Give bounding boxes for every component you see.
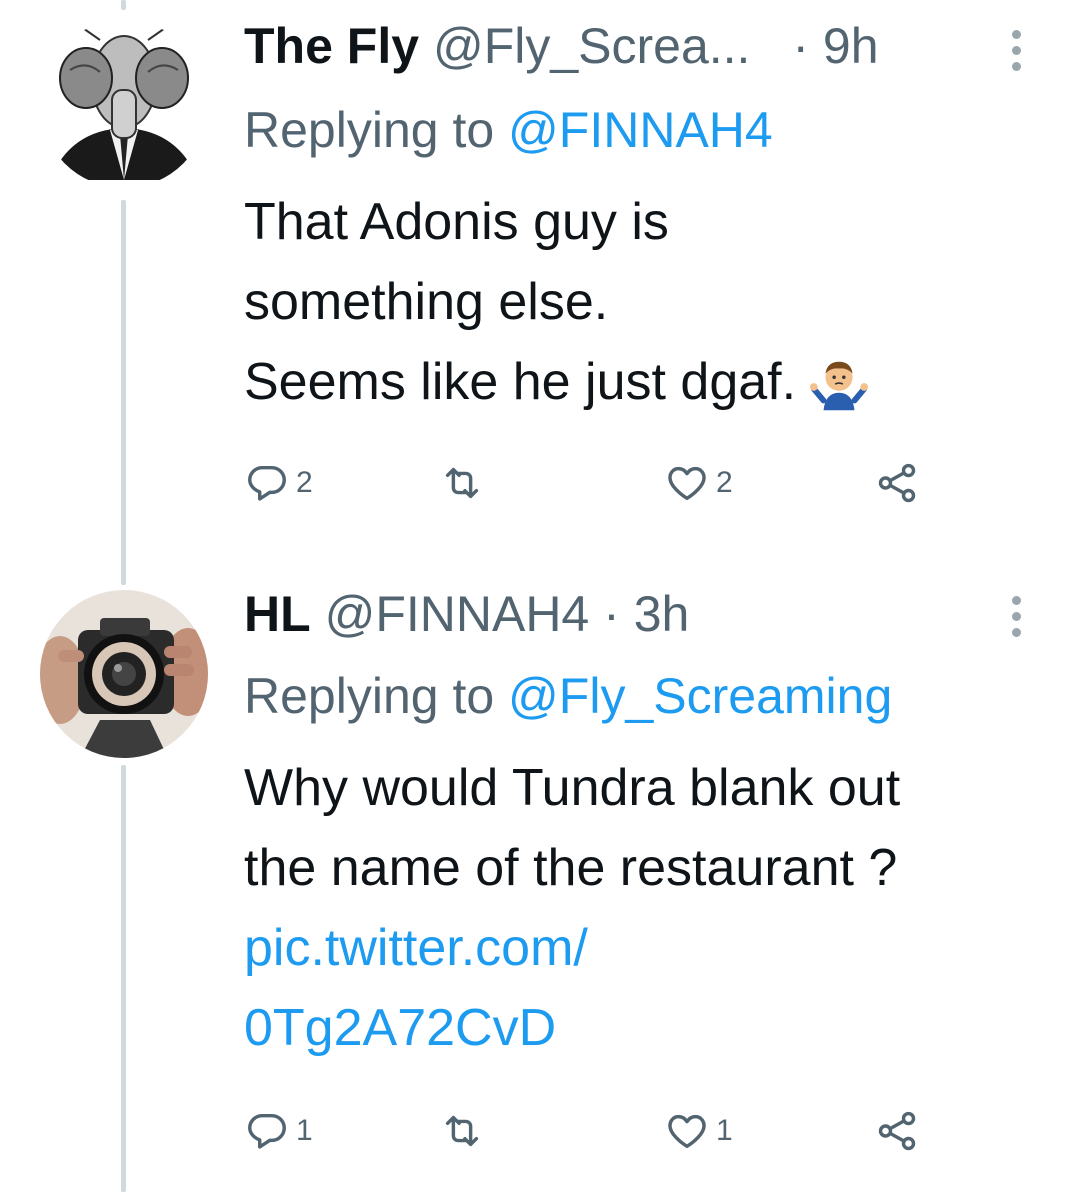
like-button[interactable]: 1 bbox=[664, 1108, 733, 1154]
replying-to: Replying to @Fly_Screaming bbox=[244, 666, 892, 726]
like-button[interactable]: 2 bbox=[664, 460, 733, 506]
more-options-icon[interactable] bbox=[1010, 596, 1022, 637]
tweet-actions: 1 1 bbox=[244, 1108, 944, 1158]
reply-count: 2 bbox=[296, 466, 313, 499]
thread-line-top bbox=[121, 0, 126, 10]
tweet-text-line: Why would Tundra blank out bbox=[244, 759, 901, 817]
person-shrugging-emoji bbox=[810, 362, 869, 411]
media-link[interactable]: pic.twitter.com/ bbox=[244, 908, 1044, 988]
heart-icon bbox=[668, 1114, 706, 1149]
heart-icon bbox=[668, 466, 706, 501]
reply-button[interactable]: 1 bbox=[244, 1108, 313, 1154]
replying-to: Replying to @FINNAH4 bbox=[244, 100, 773, 160]
thread-line-bottom bbox=[121, 765, 126, 1192]
more-options-icon[interactable] bbox=[1010, 30, 1022, 71]
like-count: 1 bbox=[716, 1114, 733, 1147]
retweet-icon bbox=[445, 467, 479, 499]
avatar-the-fly[interactable] bbox=[40, 20, 208, 188]
tweet-header: HL @FINNAH4 · 3h bbox=[244, 584, 689, 644]
tweet-text-line: That Adonis guy is bbox=[244, 193, 669, 251]
fly-avatar-image bbox=[40, 20, 208, 188]
media-link[interactable]: 0Tg2A72CvD bbox=[244, 988, 1044, 1068]
replying-to-label: Replying to bbox=[244, 102, 509, 158]
display-name[interactable]: The Fly bbox=[244, 18, 419, 74]
retweet-button[interactable] bbox=[439, 460, 485, 506]
user-handle[interactable]: @Fly_Screa... bbox=[433, 18, 751, 74]
tweet-text-line: the name of the restaurant ? bbox=[244, 839, 898, 897]
share-button[interactable] bbox=[874, 1108, 920, 1154]
share-button[interactable] bbox=[874, 460, 920, 506]
display-name[interactable]: HL bbox=[244, 586, 311, 642]
separator-dot: · bbox=[603, 586, 620, 642]
tweet-header: The Fly @Fly_Screa... · 9h bbox=[244, 16, 879, 76]
retweet-icon bbox=[445, 1115, 479, 1147]
tweet-text: Why would Tundra blank out the name of t… bbox=[244, 748, 1044, 1068]
reply-button[interactable]: 2 bbox=[244, 460, 313, 506]
share-icon bbox=[878, 463, 916, 503]
reply-icon bbox=[248, 465, 286, 501]
tweet-text: That Adonis guy is something else. Seems… bbox=[244, 182, 1044, 422]
tweet-text-line: Seems like he just dgaf. bbox=[244, 342, 1044, 422]
like-count: 2 bbox=[716, 466, 733, 499]
share-icon bbox=[878, 1111, 916, 1151]
timestamp[interactable]: 3h bbox=[634, 586, 690, 642]
tweet-actions: 2 2 bbox=[244, 460, 944, 510]
mention-link[interactable]: @FINNAH4 bbox=[508, 102, 773, 158]
retweet-button[interactable] bbox=[439, 1108, 485, 1154]
tweet-text-fragment: Seems like he just dgaf. bbox=[244, 353, 797, 411]
timestamp[interactable]: 9h bbox=[823, 18, 879, 74]
camera-avatar-image bbox=[40, 590, 208, 758]
avatar-hl[interactable] bbox=[40, 590, 208, 758]
replying-to-label: Replying to bbox=[244, 668, 509, 724]
reply-count: 1 bbox=[296, 1114, 313, 1147]
reply-icon bbox=[248, 1113, 286, 1149]
user-handle[interactable]: @FINNAH4 bbox=[325, 586, 590, 642]
separator-dot: · bbox=[792, 18, 810, 74]
mention-link[interactable]: @Fly_Screaming bbox=[508, 668, 892, 724]
thread-line-middle bbox=[121, 200, 126, 585]
tweet-text-line: something else. bbox=[244, 273, 609, 331]
